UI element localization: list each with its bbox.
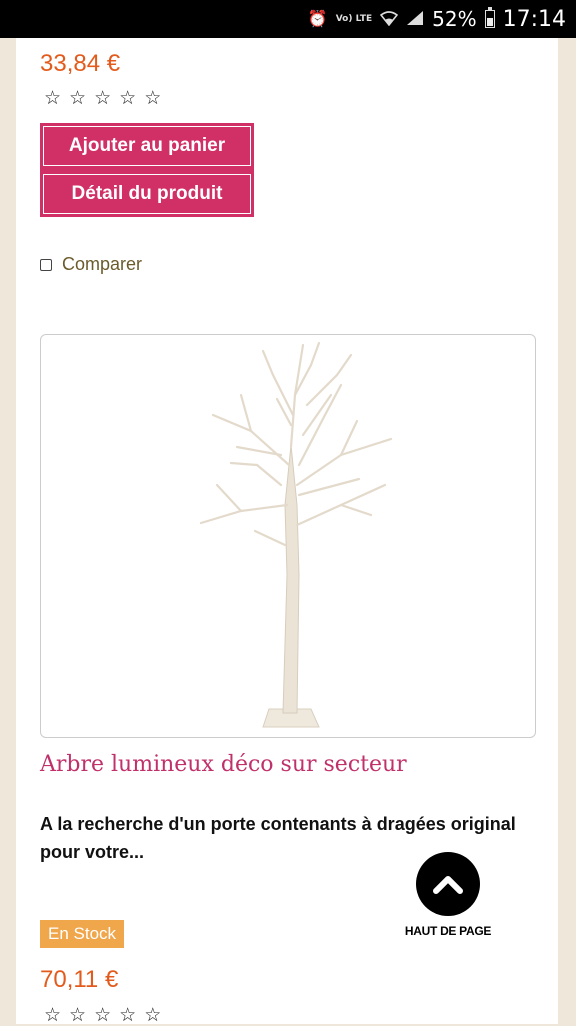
star-icon[interactable]: ☆ [94, 87, 111, 109]
star-icon[interactable]: ☆ [94, 1004, 111, 1026]
signal-icon [406, 10, 424, 29]
compare-checkbox[interactable] [40, 258, 52, 271]
star-icon[interactable]: ☆ [119, 87, 136, 109]
product-title[interactable]: Arbre lumineux déco sur secteur [40, 752, 407, 777]
star-icon[interactable]: ☆ [44, 1004, 61, 1026]
star-icon[interactable]: ☆ [144, 1004, 161, 1026]
star-icon[interactable]: ☆ [119, 1004, 136, 1026]
compare-option[interactable]: Comparer [40, 254, 142, 275]
back-to-top-button[interactable] [416, 852, 480, 916]
star-icon[interactable]: ☆ [69, 1004, 86, 1026]
battery-percentage: 52% [432, 7, 477, 31]
volte-icon: Vo) LTE [335, 13, 373, 24]
rating-stars[interactable]: ☆ ☆ ☆ ☆ ☆ [44, 1004, 161, 1026]
compare-label[interactable]: Comparer [62, 254, 142, 275]
battery-icon [484, 7, 495, 28]
product-actions: Ajouter au panier Détail du produit [40, 123, 254, 217]
wifi-icon [380, 10, 399, 29]
rating-stars[interactable]: ☆ ☆ ☆ ☆ ☆ [44, 87, 161, 109]
product-image[interactable] [40, 334, 536, 738]
star-icon[interactable]: ☆ [44, 87, 61, 109]
alarm-icon: ⏰ [307, 9, 328, 28]
back-to-top-label[interactable]: HAUT DE PAGE [398, 924, 498, 938]
product-price: 33,84 € [40, 50, 121, 77]
product-price: 70,11 € [40, 966, 119, 993]
clock: 17:14 [502, 6, 566, 32]
star-icon[interactable]: ☆ [69, 87, 86, 109]
stock-badge: En Stock [40, 920, 125, 948]
product-detail-button[interactable]: Détail du produit [43, 174, 251, 214]
chevron-up-icon [433, 876, 463, 894]
status-bar: ⏰ Vo) LTE 52% 17:14 [0, 0, 576, 38]
tree-image [199, 341, 393, 728]
add-to-cart-button[interactable]: Ajouter au panier [43, 126, 251, 166]
star-icon[interactable]: ☆ [144, 87, 161, 109]
